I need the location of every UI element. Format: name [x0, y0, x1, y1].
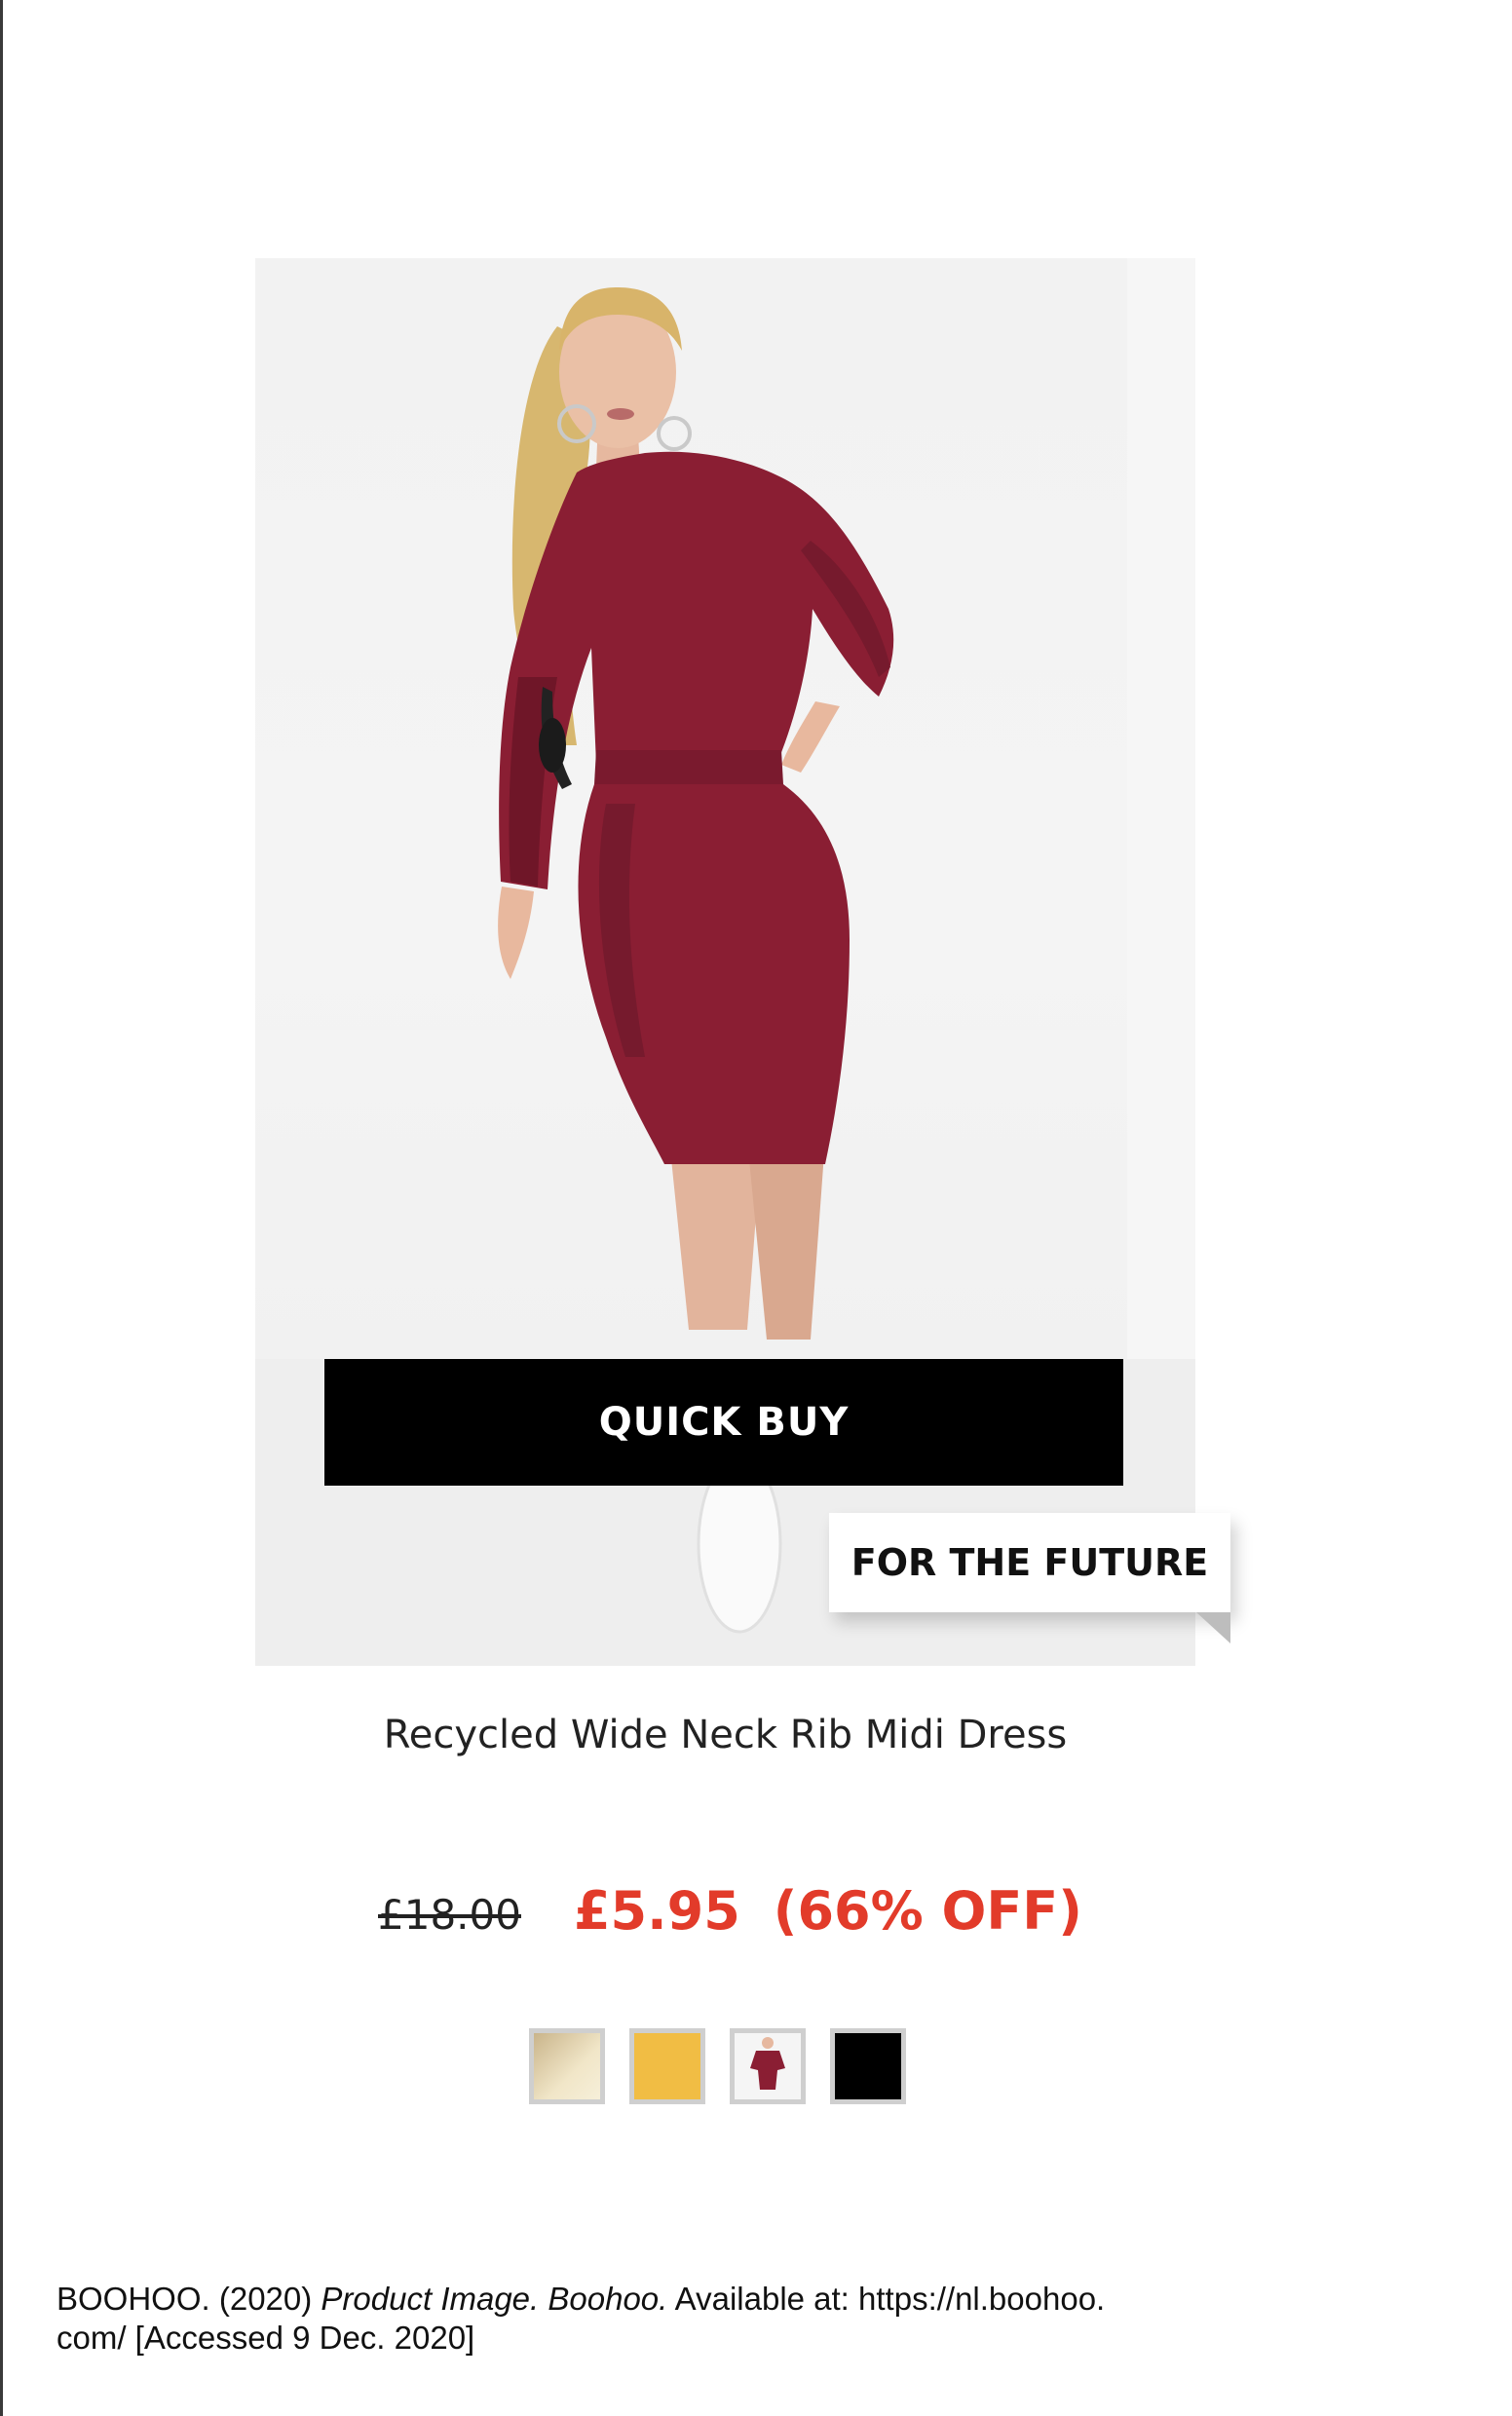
- price-row: £18.00 £5.95 (66% OFF): [378, 1880, 1082, 1958]
- swatch-cream[interactable]: [529, 2028, 605, 2104]
- product-title[interactable]: Recycled Wide Neck Rib Midi Dress: [255, 1713, 1195, 1757]
- color-swatches: [529, 2028, 906, 2104]
- citation-title: Product Image. Boohoo.: [321, 2281, 668, 2317]
- citation-availability: Available at: https://nl.boohoo.: [667, 2281, 1106, 2317]
- swatch-black[interactable]: [830, 2028, 906, 2104]
- citation-accessed: com/ [Accessed 9 Dec. 2020]: [57, 2320, 475, 2356]
- original-price: £18.00: [378, 1891, 521, 1939]
- quick-buy-button[interactable]: QUICK BUY: [324, 1359, 1123, 1486]
- page-left-border: [0, 0, 3, 2416]
- image-citation: BOOHOO. (2020) Product Image. Boohoo. Av…: [57, 2280, 1177, 2358]
- swatch-berry-thumbnail: [735, 2033, 801, 2099]
- for-the-future-badge: FOR THE FUTURE: [829, 1513, 1230, 1612]
- swatch-berry[interactable]: [730, 2028, 806, 2104]
- citation-author-year: BOOHOO. (2020): [57, 2281, 321, 2317]
- sale-price: £5.95: [573, 1880, 740, 1942]
- discount-label: (66% OFF): [773, 1880, 1082, 1942]
- swatch-yellow[interactable]: [629, 2028, 705, 2104]
- badge-fold-shadow: [1196, 1612, 1230, 1643]
